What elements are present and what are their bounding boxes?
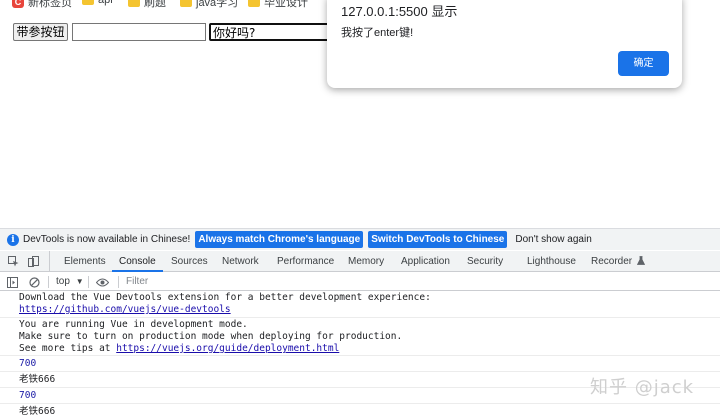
bookmark-api[interactable]: api — [82, 0, 113, 6]
text-input-1[interactable] — [72, 23, 206, 41]
console-log-string: 老铁666 — [19, 374, 56, 385]
console-separator — [0, 317, 720, 318]
bookmark-label: java学习 — [196, 0, 239, 9]
console-output: Download the Vue Devtools extension for … — [0, 292, 720, 419]
filter-input[interactable]: Filter — [126, 273, 148, 291]
browser-window: C 新标签页 api 刷题 java学习 毕业设计 带参按钮 127.0.0.1… — [0, 0, 720, 419]
bookmark-label: 毕业设计 — [264, 0, 308, 9]
tab-divider — [49, 251, 50, 272]
devtools-tab-bar: Elements Console Sources Network Perform… — [0, 251, 720, 272]
folder-icon — [128, 0, 140, 7]
switch-chinese-button[interactable]: Switch DevTools to Chinese — [368, 231, 508, 248]
eye-icon[interactable] — [96, 277, 109, 288]
toolbar-divider — [48, 276, 49, 288]
folder-icon — [180, 0, 192, 7]
alert-dialog: 127.0.0.1:5500 显示 我按了enter键! 确定 — [327, 0, 682, 88]
tab-application[interactable]: Application — [401, 251, 450, 272]
console-message: See more tips at https://vuejs.org/guide… — [19, 343, 339, 355]
bookmark-graduation[interactable]: 毕业设计 — [248, 0, 308, 10]
watermark: 知乎 @jack — [590, 377, 695, 398]
context-selector[interactable]: top ▼ — [56, 273, 84, 291]
bookmark-new-tab[interactable]: C 新标签页 — [12, 0, 72, 10]
text-input-2[interactable] — [209, 23, 333, 41]
alert-title: 127.0.0.1:5500 显示 — [341, 4, 458, 19]
console-separator — [0, 371, 720, 372]
tab-sources[interactable]: Sources — [171, 251, 208, 272]
match-language-button[interactable]: Always match Chrome's language — [195, 231, 364, 248]
bookmark-java[interactable]: java学习 — [180, 0, 238, 10]
tab-memory[interactable]: Memory — [348, 251, 384, 272]
console-message: Make sure to turn on production mode whe… — [19, 331, 403, 342]
devtools-language-infobar: i DevTools is now available in Chinese! … — [0, 228, 720, 250]
bookmark-label: api — [98, 0, 113, 6]
tab-security[interactable]: Security — [467, 251, 503, 272]
inspect-element-icon[interactable] — [8, 256, 19, 267]
tab-console[interactable]: Console — [112, 251, 163, 272]
tab-lighthouse[interactable]: Lighthouse — [527, 251, 576, 272]
toolbar-divider — [118, 276, 119, 288]
alert-ok-button[interactable]: 确定 — [618, 51, 669, 76]
bookmark-label: 刷题 — [144, 0, 166, 9]
console-separator — [0, 403, 720, 404]
app-logo-icon: C — [12, 0, 24, 8]
dont-show-again-button[interactable]: Don't show again — [512, 234, 594, 245]
flask-icon — [636, 256, 646, 265]
sidebar-toggle-icon[interactable] — [7, 277, 18, 288]
param-button[interactable]: 带参按钮 — [13, 23, 68, 41]
clear-console-icon[interactable] — [29, 277, 40, 288]
console-log-string: 老铁666 — [19, 406, 56, 417]
bookmark-label: 新标签页 — [28, 0, 72, 9]
tab-elements[interactable]: Elements — [64, 251, 106, 272]
tab-recorder-label: Recorder — [591, 256, 633, 267]
chevron-down-icon: ▼ — [75, 277, 84, 286]
console-link[interactable]: https://github.com/vuejs/vue-devtools — [19, 304, 231, 316]
console-log-number: 700 — [19, 390, 37, 401]
alert-message: 我按了enter键! — [341, 27, 414, 39]
bookmark-practice[interactable]: 刷题 — [128, 0, 166, 10]
console-text: See more tips at — [19, 343, 117, 354]
device-toolbar-icon[interactable] — [28, 256, 39, 267]
console-link[interactable]: https://vuejs.org/guide/deployment.html — [116, 343, 339, 354]
tab-network[interactable]: Network — [222, 251, 259, 272]
console-message: You are running Vue in development mode. — [19, 319, 248, 330]
tab-performance[interactable]: Performance — [277, 251, 334, 272]
toolbar-divider — [88, 276, 89, 288]
tab-recorder[interactable]: Recorder — [591, 251, 646, 272]
console-log-number: 700 — [19, 358, 37, 369]
infobar-text: DevTools is now available in Chinese! — [23, 234, 191, 245]
info-icon: i — [7, 233, 19, 246]
context-label: top — [56, 276, 70, 287]
folder-icon — [82, 0, 94, 5]
console-separator — [0, 355, 720, 356]
console-message: Download the Vue Devtools extension for … — [19, 292, 431, 303]
folder-icon — [248, 0, 260, 7]
console-toolbar: top ▼ Filter — [0, 273, 720, 291]
